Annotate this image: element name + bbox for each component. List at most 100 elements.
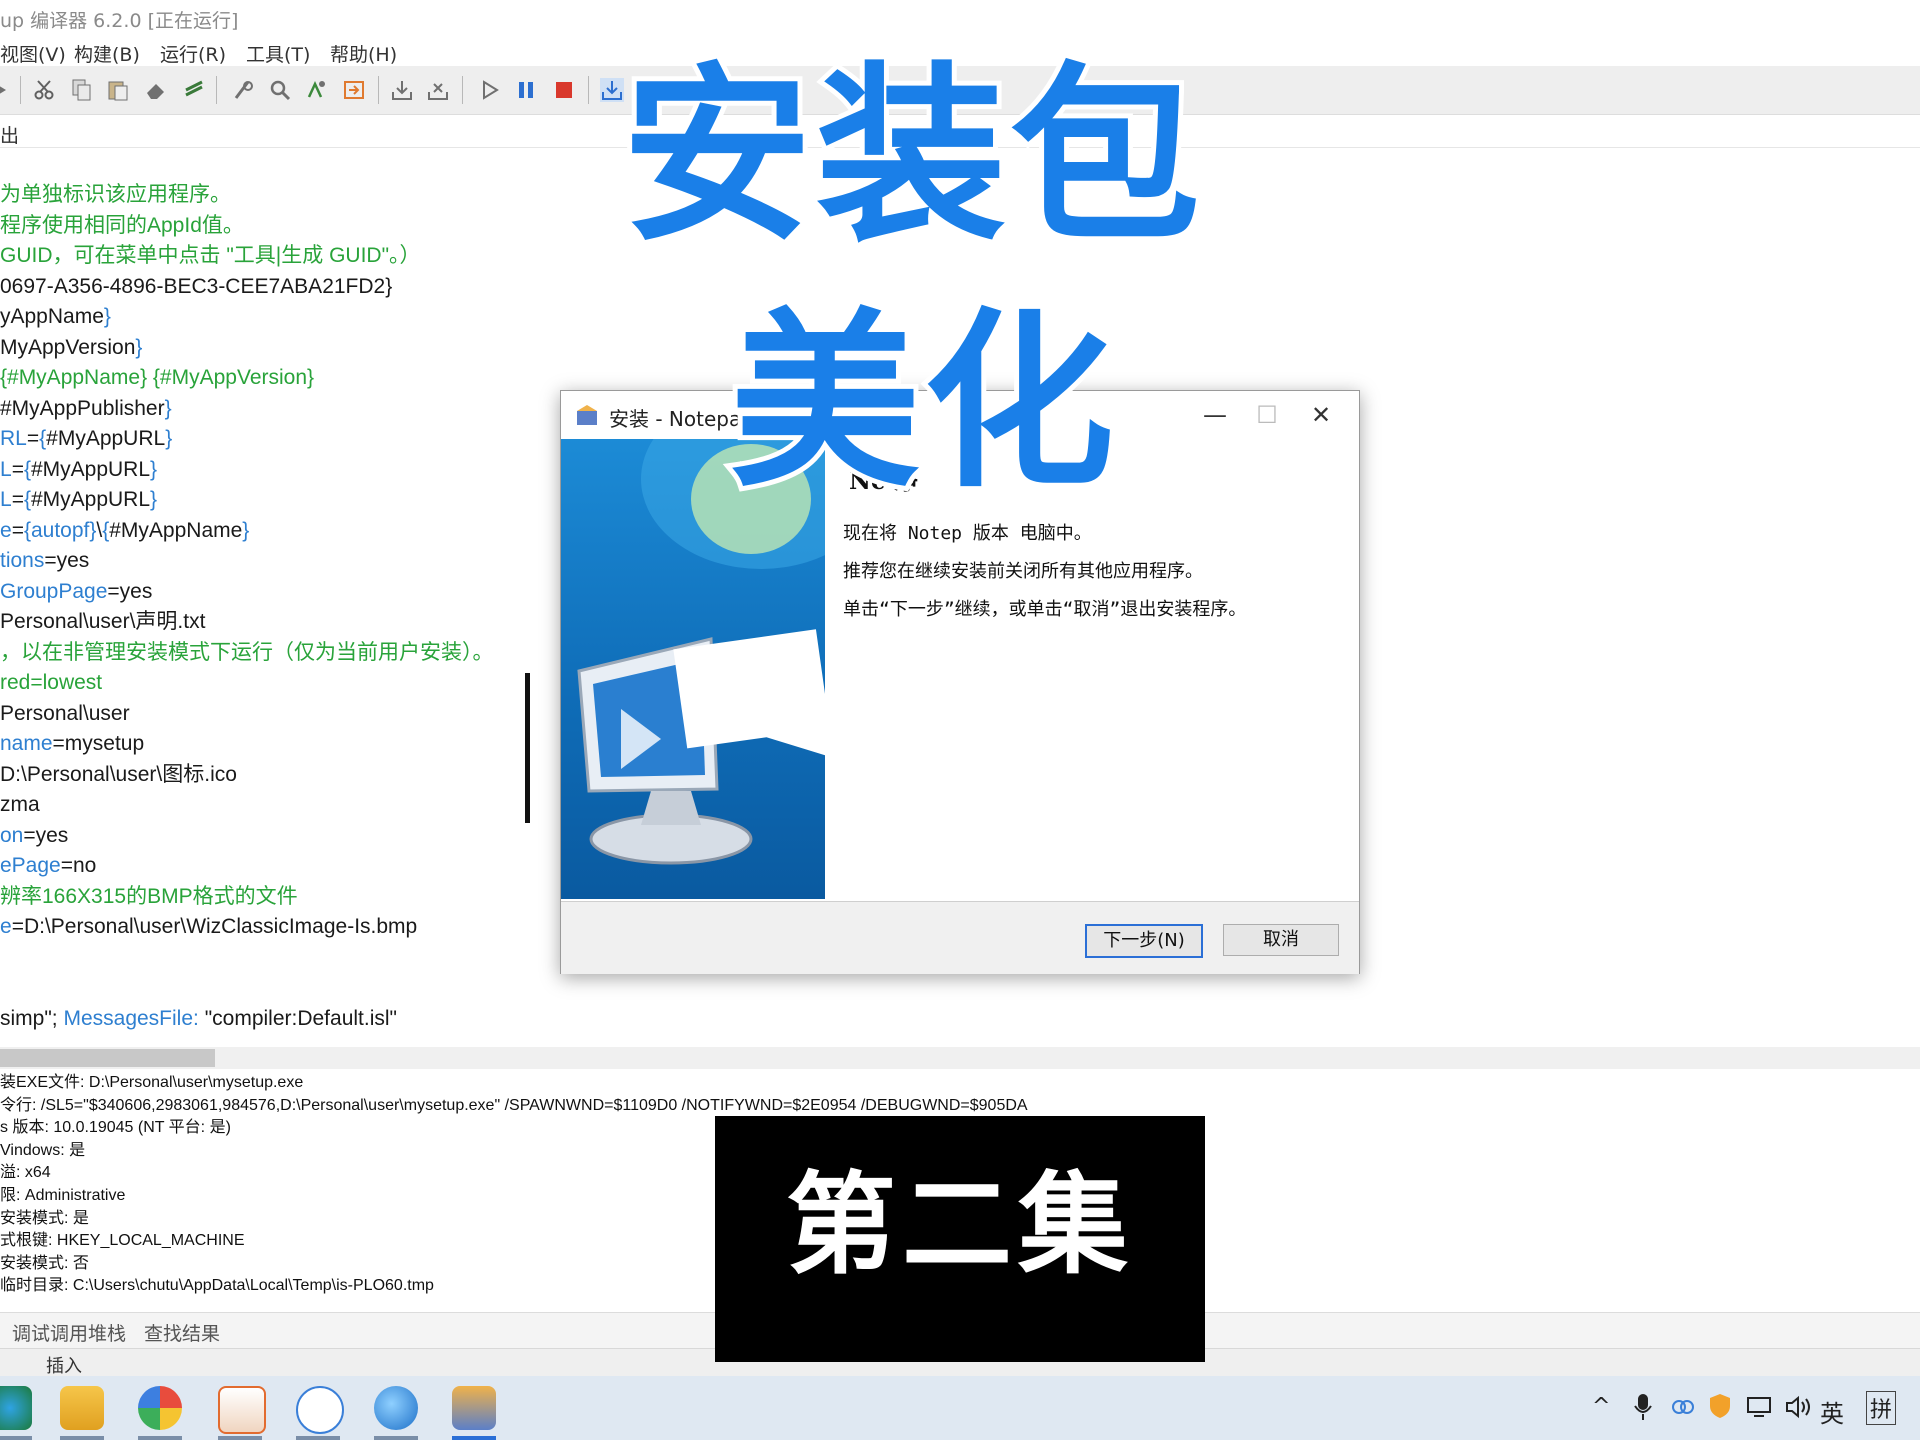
code-token: = [26, 427, 40, 450]
tray-overflow-icon[interactable]: ^ [1592, 1394, 1610, 1419]
code-line: 为单独标识该应用程序。 [0, 180, 231, 210]
code-line: ，以在非管理安装模式下运行（仅为当前用户安装）。 [0, 638, 494, 668]
code-token: } [164, 396, 172, 420]
code-token: Personal\user\声明.txt [0, 610, 206, 633]
minimize-button[interactable]: — [1195, 399, 1235, 431]
close-button[interactable]: ✕ [1301, 399, 1341, 431]
stop-icon[interactable] [552, 78, 576, 102]
code-token: = [11, 488, 24, 511]
code-line: 0697-A356-4896-BEC3-CEE7ABA21FD2} [0, 272, 392, 302]
code-token: 0697-A356-4896-BEC3-CEE7ABA21FD2} [0, 274, 393, 298]
editor-horizontal-scrollbar[interactable] [0, 1047, 1920, 1069]
code-token: =yes [44, 549, 90, 572]
microphone-icon[interactable] [1632, 1392, 1654, 1422]
output-line: 安装模式: 否 [0, 1254, 89, 1272]
pause-icon[interactable] [514, 78, 538, 102]
task-running-indicator [60, 1436, 104, 1440]
maximize-button[interactable]: ☐ [1247, 399, 1287, 431]
code-token: L [0, 488, 12, 511]
code-token: = [11, 457, 24, 481]
copy-icon[interactable] [70, 78, 94, 102]
code-token: e [0, 915, 12, 938]
setup-app-icon [577, 405, 597, 425]
code-token: 程序使用相同的AppId值。 [0, 213, 244, 237]
menu-build[interactable]: 构建(B) [74, 40, 140, 67]
edge-icon[interactable] [0, 1386, 32, 1430]
overlay-title-line1: 安装包 [617, 46, 1205, 267]
network-app-tray-icon[interactable] [1670, 1394, 1696, 1420]
code-line: zma [0, 790, 40, 820]
cut-icon[interactable] [32, 78, 56, 102]
code-token: =mysetup [52, 732, 145, 755]
output-line: 溢: x64 [0, 1164, 51, 1182]
taskbar: ^ 英 拼 [0, 1376, 1920, 1440]
browser-icon[interactable] [138, 1386, 182, 1430]
tab-find-results[interactable]: 查找结果 [144, 1319, 220, 1346]
next-button[interactable]: 下一步(N) [1085, 924, 1203, 958]
ime-language-indicator[interactable]: 英 [1820, 1394, 1844, 1429]
code-token: GUID，可在菜单中点击 "工具|生成 GUID"。） [0, 244, 421, 267]
code-line: yAppName} [0, 302, 111, 332]
code-token: Personal\user [0, 701, 130, 725]
internet-explorer-icon[interactable] [374, 1386, 418, 1430]
code-token: } [135, 335, 143, 359]
toolbar-separator [216, 76, 217, 104]
network-status-icon[interactable] [1746, 1394, 1774, 1420]
text-caret [525, 673, 530, 823]
code-token: =D:\Personal\user\WizClassicImage-Is.bmp [11, 915, 418, 938]
code-token: on [0, 823, 24, 847]
menu-help[interactable]: 帮助(H) [330, 40, 397, 67]
replace-icon[interactable] [304, 78, 328, 102]
code-line: GUID，可在菜单中点击 "工具|生成 GUID"。） [0, 241, 421, 271]
editor-tab[interactable]: 出 [0, 121, 19, 148]
code-token: 辨率166X315的BMP格式的文件 [0, 884, 298, 908]
code-token: MyAppVersion [0, 335, 136, 359]
security-shield-icon[interactable] [1708, 1392, 1732, 1420]
task-running-indicator [218, 1436, 262, 1440]
code-line: #MyAppPublisher} [0, 394, 172, 424]
stop-compile-icon[interactable] [426, 78, 450, 102]
task-active-indicator [452, 1436, 496, 1440]
code-token: MessagesFile: [63, 1006, 199, 1030]
code-line: tions=yes [0, 546, 89, 576]
toolbar-separator [20, 76, 21, 104]
compile-icon[interactable] [390, 78, 414, 102]
code-token: GroupPage [0, 579, 108, 603]
ime-mode-indicator[interactable]: 拼 [1866, 1391, 1897, 1425]
menu-view[interactable]: 视图(V) [0, 40, 66, 67]
task-running-indicator [0, 1436, 32, 1440]
file-explorer-icon[interactable] [60, 1386, 104, 1430]
toolbar-separator [378, 76, 379, 104]
toolbar-separator [462, 76, 463, 104]
code-token: } [150, 488, 158, 511]
code-token: ，以在非管理安装模式下运行（仅为当前用户安装）。 [0, 640, 494, 664]
code-token: e [0, 518, 12, 542]
redo-icon[interactable] [0, 78, 16, 102]
menu-tools[interactable]: 工具(T) [246, 40, 310, 67]
code-line: {#MyAppName} {#MyAppVersion} [0, 363, 314, 393]
scrollbar-thumb[interactable] [0, 1049, 215, 1067]
step-into-icon[interactable] [600, 78, 624, 102]
paste-icon[interactable] [106, 78, 130, 102]
run-icon[interactable] [478, 78, 502, 102]
office-app-icon[interactable] [218, 1386, 266, 1434]
find-icon[interactable] [232, 78, 256, 102]
cancel-button[interactable]: 取消 [1223, 924, 1339, 956]
code-line: GroupPage=yes [0, 577, 152, 607]
goto-line-icon[interactable] [342, 78, 366, 102]
code-token: #MyAppPublisher [0, 396, 165, 420]
code-token: =yes [23, 823, 69, 847]
setup-app-icon[interactable] [452, 1386, 496, 1430]
code-token: #MyAppURL [30, 488, 151, 511]
network-app-icon[interactable] [296, 1386, 344, 1434]
eraser-icon[interactable] [144, 78, 168, 102]
task-running-indicator [138, 1436, 182, 1440]
menu-run[interactable]: 运行(R) [160, 40, 226, 67]
code-line: e={autopf}\{#MyAppName} [0, 516, 249, 546]
code-line: name=mysetup [0, 729, 144, 759]
select-all-icon[interactable] [182, 78, 206, 102]
volume-icon[interactable] [1784, 1394, 1814, 1420]
search-icon[interactable] [268, 78, 292, 102]
tab-debug-call-stack[interactable]: 调试调用堆栈 [12, 1319, 126, 1346]
code-token: { [23, 488, 31, 511]
